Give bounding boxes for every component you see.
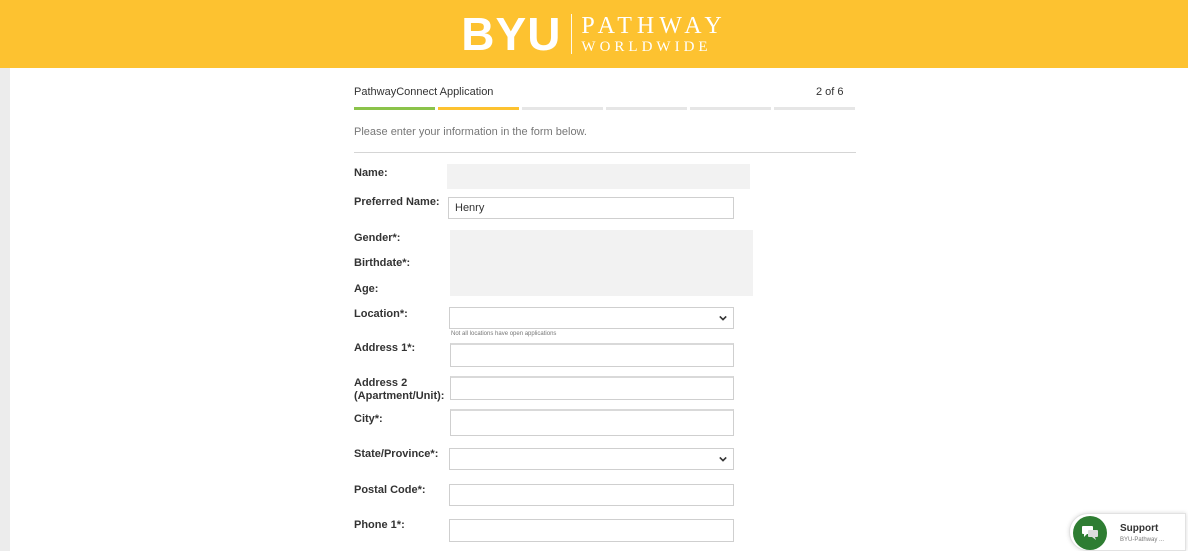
logo-pathway: PATHWAY [581, 12, 727, 39]
logo-worldwide: WORLDWIDE [581, 38, 712, 55]
progress-step-5 [690, 107, 771, 110]
step-counter: 2 of 6 [816, 86, 844, 98]
progress-step-6 [774, 107, 855, 110]
postal-code-input[interactable] [449, 484, 734, 506]
support-subtitle: BYU-Pathway ... [1120, 537, 1165, 543]
support-title: Support [1120, 523, 1159, 534]
age-label: Age: [354, 283, 379, 295]
birthdate-label: Birthdate*: [354, 257, 411, 269]
gender-label: Gender*: [354, 232, 401, 244]
progress-step-2 [438, 107, 519, 110]
byu-pathway-logo: BYU PATHWAY WORLDWIDE [461, 11, 726, 57]
form-instructions: Please enter your information in the for… [354, 126, 587, 138]
application-title: PathwayConnect Application [354, 86, 494, 98]
location-label: Location*: [354, 308, 408, 320]
support-chat-button[interactable]: Support BYU-Pathway ... [1069, 513, 1186, 551]
postal-code-label: Postal Code*: [354, 484, 426, 496]
address1-label: Address 1*: [354, 342, 416, 354]
logo-divider [571, 14, 573, 54]
chat-icon [1073, 516, 1107, 550]
progress-step-1 [354, 107, 435, 110]
address2-label: Address 2 (Apartment/Unit): [354, 377, 445, 402]
location-select[interactable] [449, 307, 734, 329]
logo-byu: BYU [461, 8, 562, 60]
progress-step-4 [606, 107, 687, 110]
chevron-down-icon [719, 315, 727, 321]
phone1-input[interactable] [449, 519, 734, 542]
name-label: Name: [354, 167, 388, 179]
logo-wordmark: PATHWAY WORLDWIDE [581, 14, 726, 55]
city-input[interactable] [450, 409, 734, 436]
divider [354, 152, 856, 153]
city-label: City*: [354, 413, 383, 425]
phone1-label: Phone 1*: [354, 519, 405, 531]
personal-info-readonly [450, 230, 753, 296]
address2-input[interactable] [450, 376, 734, 400]
page-gutter [0, 68, 10, 551]
state-label: State/Province*: [354, 448, 439, 460]
preferred-name-label: Preferred Name: [354, 196, 440, 208]
location-hint: Not all locations have open applications [451, 331, 557, 337]
state-select[interactable] [449, 448, 734, 470]
site-header: BYU PATHWAY WORLDWIDE [0, 0, 1188, 68]
name-value [447, 164, 750, 189]
chevron-down-icon [719, 456, 727, 462]
progress-step-3 [522, 107, 603, 110]
preferred-name-input[interactable] [448, 197, 734, 219]
address1-input[interactable] [450, 343, 734, 367]
